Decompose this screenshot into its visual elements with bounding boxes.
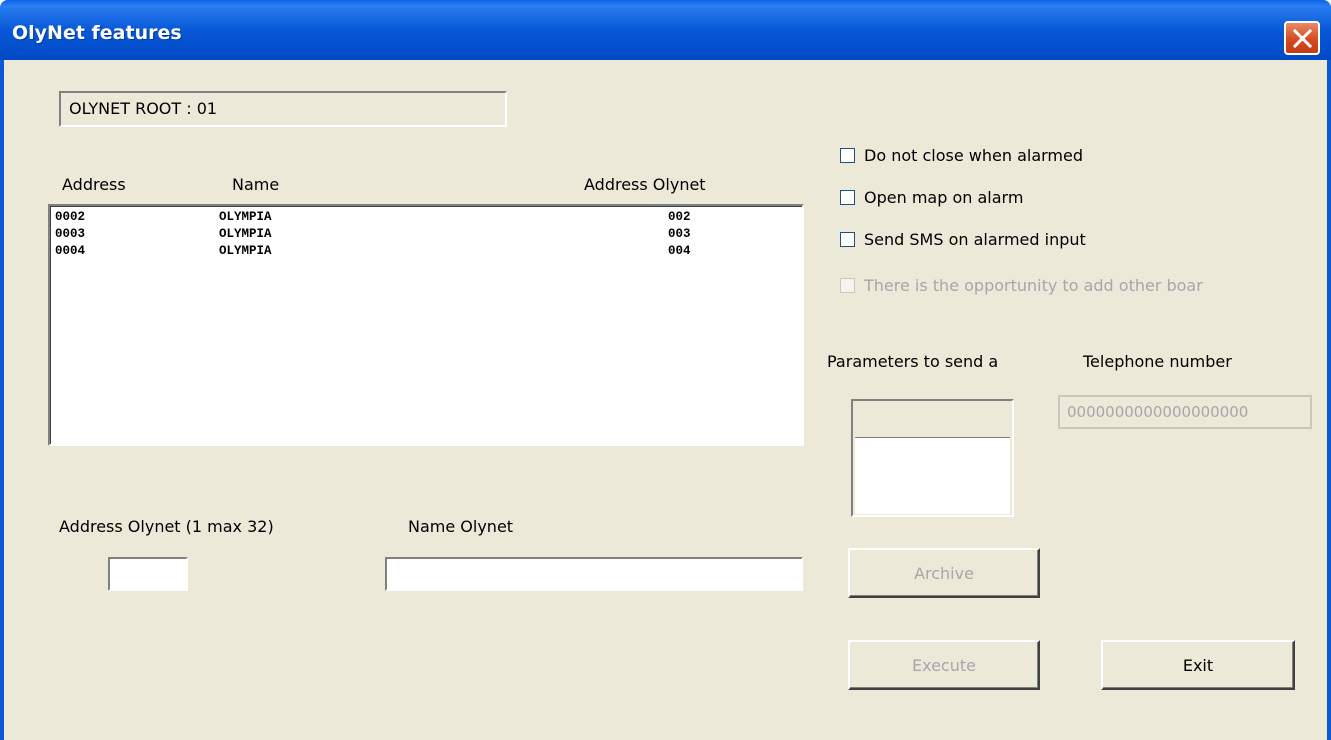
exit-label: Exit [1182, 655, 1214, 675]
exit-button[interactable]: Exit [1101, 640, 1295, 690]
archive-label: Archive [914, 563, 974, 583]
list-item-address-olynet: 004 [668, 244, 691, 258]
execute-label: Execute [912, 655, 976, 675]
list-item-address-olynet: 002 [668, 210, 691, 224]
list-item[interactable]: 0004 OLYMPIA 004 [55, 244, 795, 261]
telephone-label: Telephone number [1083, 352, 1232, 371]
archive-button: Archive [848, 548, 1040, 598]
add-other-boards-checkbox [840, 278, 855, 293]
telephone-value: 0000000000000000000 [1067, 403, 1249, 421]
send-sms-checkbox[interactable] [840, 232, 855, 247]
do-not-close-checkbox[interactable] [840, 148, 855, 163]
add-other-boards-label: There is the opportunity to add other bo… [864, 276, 1203, 295]
do-not-close-option[interactable]: Do not close when alarmed [840, 146, 1083, 165]
list-item-name: OLYMPIA [219, 227, 272, 241]
send-sms-label: Send SMS on alarmed input [864, 230, 1086, 249]
open-map-checkbox[interactable] [840, 190, 855, 205]
parameters-list[interactable] [855, 437, 1010, 514]
send-sms-option[interactable]: Send SMS on alarmed input [840, 230, 1086, 249]
list-item-name: OLYMPIA [219, 244, 272, 258]
list-item-name: OLYMPIA [219, 210, 272, 224]
address-olynet-label: Address Olynet (1 max 32) [59, 517, 274, 536]
close-button[interactable] [1284, 21, 1320, 55]
list-item-address: 0002 [55, 210, 86, 224]
close-icon [1293, 29, 1312, 48]
board-list[interactable]: 0002 OLYMPIA 002 0003 OLYMPIA 003 0004 OLYMPIA 0… [48, 204, 804, 446]
header-name: Name [232, 175, 280, 194]
name-olynet-input[interactable] [385, 557, 803, 591]
header-address: Address [62, 175, 126, 194]
dialog-body: OLYNET ROOT : 01 Address Name Address Ol… [4, 60, 1327, 740]
open-map-option[interactable]: Open map on alarm [840, 188, 1023, 207]
window: OlyNet features OLYNET ROOT : 01 Address… [0, 0, 1331, 740]
window-title: OlyNet features [12, 22, 182, 44]
do-not-close-label: Do not close when alarmed [864, 146, 1084, 165]
name-olynet-label: Name Olynet [408, 517, 514, 536]
open-map-label: Open map on alarm [864, 188, 1024, 207]
telephone-field[interactable]: 0000000000000000000 [1058, 395, 1312, 429]
list-item-address: 0004 [55, 244, 86, 258]
list-item-address: 0003 [55, 227, 86, 241]
list-item-address-olynet: 003 [668, 227, 691, 241]
root-text: OLYNET ROOT : 01 [69, 99, 218, 118]
parameters-combo[interactable] [851, 399, 1014, 517]
list-item[interactable]: 0003 OLYMPIA 003 [55, 227, 795, 244]
add-other-boards-option: There is the opportunity to add other bo… [840, 276, 1203, 295]
title-bar[interactable]: OlyNet features [0, 0, 1331, 60]
root-display: OLYNET ROOT : 01 [59, 91, 507, 127]
address-olynet-input[interactable] [108, 557, 188, 591]
execute-button: Execute [848, 640, 1040, 690]
parameters-label: Parameters to send a [827, 352, 999, 371]
list-item[interactable]: 0002 OLYMPIA 002 [55, 210, 795, 227]
header-address-olynet: Address Olynet [584, 175, 706, 194]
